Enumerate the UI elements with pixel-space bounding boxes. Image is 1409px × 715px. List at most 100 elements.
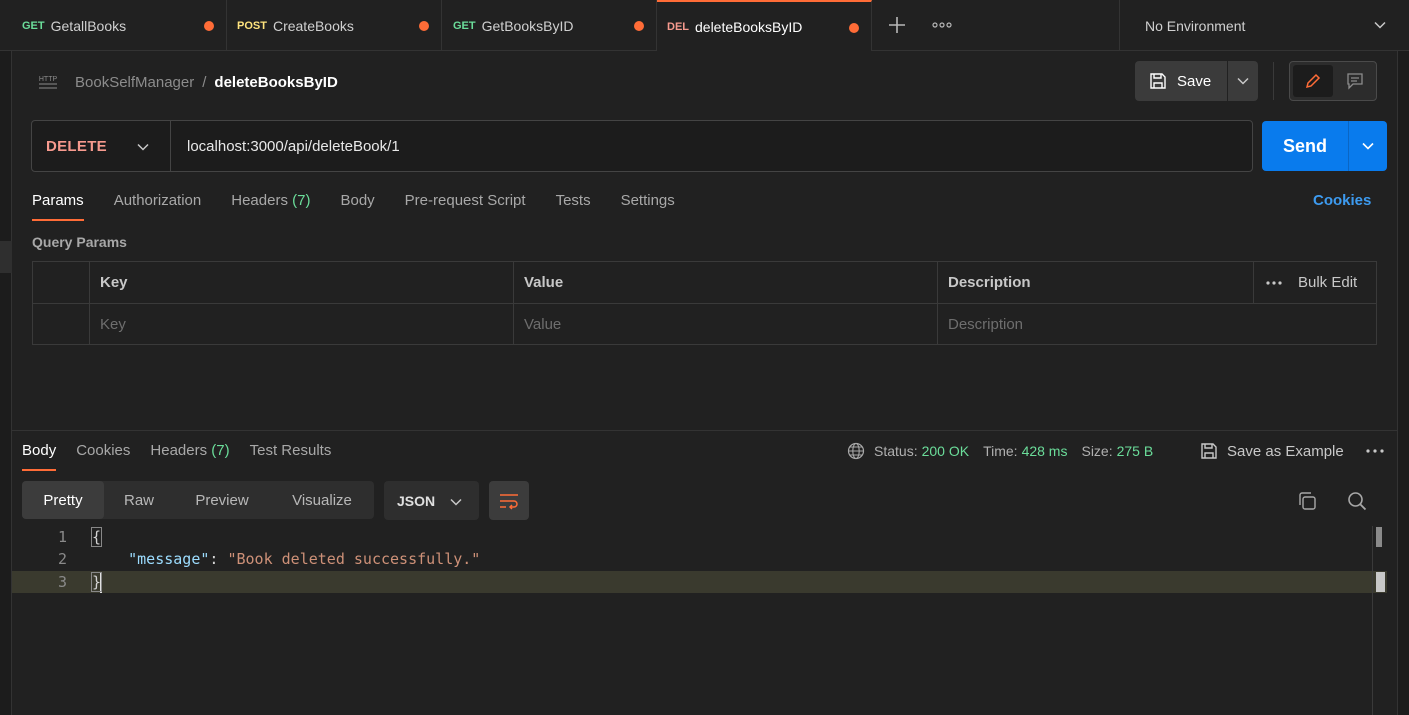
edit-mode-button[interactable]	[1293, 65, 1333, 97]
send-options-button[interactable]	[1348, 121, 1387, 171]
request-tabs: Params Authorization Headers (7) Body Pr…	[32, 189, 705, 221]
tab-method-badge: GET	[22, 19, 45, 32]
status-value[interactable]: 200 OK	[922, 443, 969, 459]
json-string-value: "Book deleted successfully."	[227, 550, 481, 568]
value-input[interactable]: Value	[513, 304, 937, 345]
tab-body[interactable]: Body	[340, 189, 374, 221]
url-input[interactable]	[187, 135, 1227, 157]
code-line: 2 "message": "Book deleted successfully.…	[12, 548, 1387, 570]
save-button[interactable]: Save	[1135, 61, 1227, 101]
chevron-down-icon	[1374, 21, 1386, 29]
save-as-example-button[interactable]: Save as Example	[1200, 440, 1344, 462]
left-sidebar-edge[interactable]	[0, 51, 12, 715]
response-body-editor[interactable]: 1 { 2 "message": "Book deleted successfu…	[12, 526, 1397, 715]
tab-method-badge: GET	[453, 19, 476, 32]
response-tab-headers[interactable]: Headers (7)	[150, 440, 229, 471]
plus-icon	[889, 17, 905, 33]
format-visualize[interactable]: Visualize	[270, 481, 374, 519]
copy-icon	[1299, 492, 1316, 510]
tab-authorization[interactable]: Authorization	[114, 189, 202, 221]
breadcrumb: HTTP BookSelfManager / deleteBooksByID	[37, 70, 338, 94]
tab-method-badge: POST	[237, 19, 267, 32]
key-input[interactable]: Key	[89, 304, 513, 345]
column-header-description: Description	[937, 262, 1253, 303]
http-method-select[interactable]: DELETE	[32, 121, 171, 171]
tab-headers-label: Headers	[231, 192, 288, 209]
tab-params[interactable]: Params	[32, 189, 84, 221]
more-horizontal-icon	[1366, 449, 1384, 453]
response-tab-cookies[interactable]: Cookies	[76, 440, 130, 471]
send-button[interactable]: Send	[1262, 121, 1348, 171]
tab-label: CreateBooks	[272, 17, 354, 34]
line-number: 1	[57, 528, 67, 546]
line-number: 3	[57, 573, 67, 591]
toolbar-divider	[1273, 62, 1274, 100]
response-pane-divider[interactable]	[12, 430, 1397, 431]
right-sidebar-edge	[1397, 51, 1409, 715]
format-raw[interactable]: Raw	[104, 481, 174, 519]
bulk-edit-button[interactable]: Bulk Edit	[1253, 262, 1377, 303]
table-row: Key Value Description	[33, 304, 1376, 346]
response-more-button[interactable]	[1366, 449, 1384, 453]
bulk-edit-label: Bulk Edit	[1298, 274, 1358, 291]
tab-createbooks[interactable]: POST CreateBooks	[227, 0, 442, 51]
text-cursor	[100, 572, 103, 593]
response-format-toggle: Pretty Raw Preview Visualize	[22, 481, 374, 519]
table-header-row: Key Value Description Bulk Edit	[33, 262, 1376, 304]
comments-button[interactable]	[1336, 65, 1374, 97]
cookies-link[interactable]: Cookies	[1313, 192, 1371, 209]
code-text: "message": "Book deleted successfully."	[92, 548, 480, 570]
tab-settings[interactable]: Settings	[621, 189, 675, 221]
response-tab-test-results[interactable]: Test Results	[250, 440, 332, 471]
tab-prerequest-script[interactable]: Pre-request Script	[405, 189, 526, 221]
language-value: JSON	[397, 492, 436, 509]
search-icon	[1348, 492, 1367, 511]
language-select[interactable]: JSON	[384, 481, 479, 520]
column-header-key: Key	[89, 262, 513, 303]
environment-selector[interactable]: No Environment	[1119, 0, 1409, 51]
new-tab-button[interactable]	[885, 13, 909, 37]
status-label: Status:	[874, 443, 918, 459]
unsaved-dot-icon	[204, 21, 214, 31]
response-tabs: Body Cookies Headers (7) Test Results	[22, 440, 351, 471]
size-label: Size:	[1081, 443, 1113, 459]
editor-scrollbar-track	[1372, 526, 1373, 715]
format-pretty[interactable]: Pretty	[22, 481, 104, 519]
globe-icon	[847, 442, 865, 460]
response-tab-body[interactable]: Body	[22, 440, 57, 471]
tab-getbooksbyid[interactable]: GET GetBooksByID	[442, 0, 657, 51]
wrap-lines-icon	[500, 493, 518, 510]
unsaved-dot-icon	[849, 23, 859, 33]
more-tabs-button[interactable]	[930, 13, 954, 37]
breadcrumb-collection-link[interactable]: BookSelfManager	[75, 74, 194, 91]
editor-scroll-marker	[1376, 572, 1385, 592]
wrap-lines-button[interactable]	[489, 481, 529, 520]
line-number: 2	[57, 550, 67, 568]
save-as-example-label: Save as Example	[1227, 442, 1344, 460]
tab-deletebooksbyid[interactable]: DEL deleteBooksByID	[657, 0, 872, 51]
chevron-down-icon	[1237, 77, 1249, 85]
request-tab-bar: GET GetallBooks POST CreateBooks GET Get…	[0, 0, 1409, 51]
time-value[interactable]: 428 ms	[1022, 443, 1068, 459]
description-input[interactable]: Description	[937, 304, 1376, 345]
save-options-button[interactable]	[1228, 61, 1258, 101]
tab-headers[interactable]: Headers (7)	[231, 189, 310, 221]
headers-count-badge: (7)	[292, 192, 311, 209]
code-line-active: 3 }	[12, 571, 1387, 593]
send-button-label: Send	[1282, 135, 1327, 156]
code-text: {	[90, 526, 103, 548]
search-button[interactable]	[1346, 490, 1368, 512]
breadcrumb-request-name[interactable]: deleteBooksByID	[214, 74, 337, 91]
tab-tests[interactable]: Tests	[556, 189, 591, 221]
breadcrumb-separator: /	[202, 73, 207, 91]
environment-label: No Environment	[1145, 17, 1246, 34]
editor-scrollbar-thumb[interactable]	[1376, 527, 1382, 547]
format-preview[interactable]: Preview	[174, 481, 270, 519]
copy-button[interactable]	[1296, 490, 1318, 512]
code-line: 1 {	[12, 526, 1387, 548]
pencil-icon	[1305, 73, 1321, 89]
tab-getallbooks[interactable]: GET GetallBooks	[0, 0, 227, 51]
size-value[interactable]: 275 B	[1117, 443, 1154, 459]
tab-label: GetallBooks	[50, 17, 127, 34]
json-key: "message"	[128, 550, 210, 568]
